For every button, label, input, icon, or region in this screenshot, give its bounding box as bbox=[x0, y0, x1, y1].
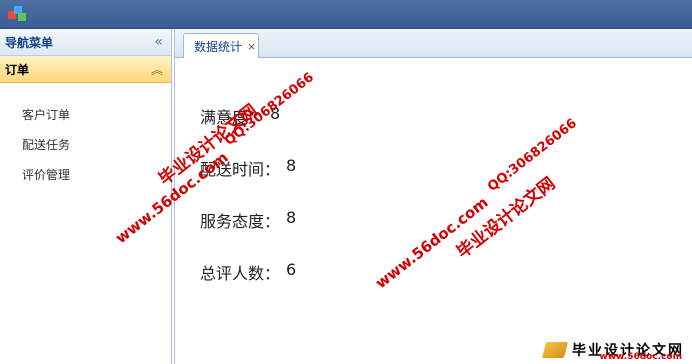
stat-value: 8 bbox=[286, 208, 297, 227]
book-logo-icon bbox=[541, 342, 569, 358]
stat-value: 8 bbox=[270, 104, 281, 123]
tab-label: 数据统计 bbox=[194, 39, 243, 54]
stat-satisfaction: 满意度： 8 bbox=[200, 104, 281, 127]
stat-delivery-time: 配送时间： 8 bbox=[200, 156, 297, 179]
stat-total-reviewers: 总评人数： 6 bbox=[200, 260, 297, 283]
cube-logo-icon bbox=[8, 6, 26, 21]
menu-item-delivery-tasks[interactable]: 配送任务 bbox=[0, 130, 171, 160]
stat-label: 总评人数 bbox=[200, 264, 265, 283]
menu-item-review-management[interactable]: 评价管理 bbox=[0, 160, 171, 190]
accordion-header-orders[interactable]: 订单 ︽ bbox=[0, 56, 171, 83]
stat-service-attitude: 服务态度： 8 bbox=[200, 208, 297, 231]
double-chevron-left-icon[interactable]: « bbox=[154, 34, 163, 50]
orders-menu: 客户订单 配送任务 评价管理 bbox=[0, 83, 171, 190]
corner-watermark-url: www.56doc.com bbox=[599, 352, 682, 362]
navigation-sidebar: 导航菜单 « 订单 ︽ 客户订单 配送任务 评价管理 bbox=[0, 29, 172, 364]
accordion-title: 订单 bbox=[5, 62, 30, 77]
statistics-list: 满意度： 8 配送时间： 8 服务态度： 8 总评人数： 6 bbox=[200, 104, 296, 312]
tab-data-statistics[interactable]: 数据统计 × bbox=[183, 33, 259, 58]
stat-value: 8 bbox=[286, 156, 297, 175]
main-panel: 数据统计 × 满意度： 8 配送时间： 8 服务态度： 8 总评人数： 6 bbox=[174, 29, 692, 364]
top-banner bbox=[0, 0, 692, 29]
tab-strip: 数据统计 × bbox=[175, 29, 692, 58]
sidebar-header: 导航菜单 « bbox=[0, 29, 171, 56]
sidebar-title: 导航菜单 bbox=[5, 35, 54, 50]
stat-label: 服务态度 bbox=[200, 212, 265, 231]
stat-label: 满意度 bbox=[200, 108, 249, 127]
stat-value: 6 bbox=[286, 260, 297, 279]
menu-item-customer-orders[interactable]: 客户订单 bbox=[0, 100, 171, 130]
close-icon[interactable]: × bbox=[247, 40, 256, 53]
stat-label: 配送时间 bbox=[200, 160, 265, 179]
double-chevron-up-icon[interactable]: ︽ bbox=[151, 61, 163, 78]
